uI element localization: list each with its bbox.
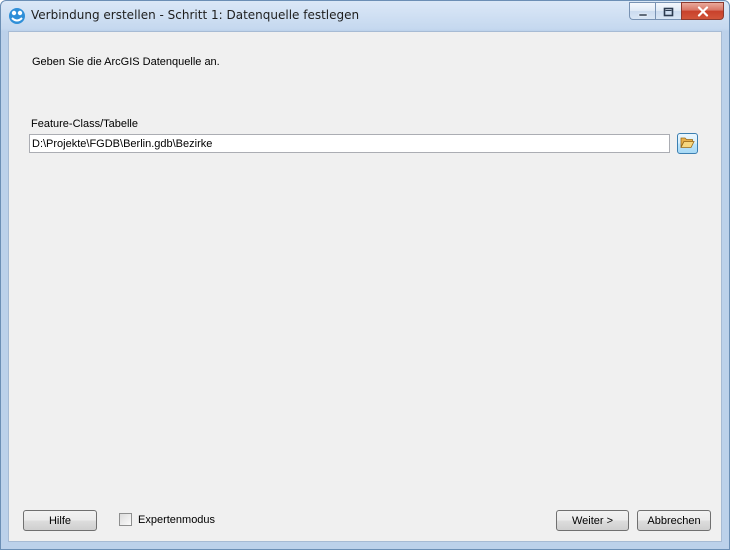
next-button[interactable]: Weiter > <box>556 510 629 531</box>
caption-buttons <box>629 2 724 21</box>
feature-class-label: Feature-Class/Tabelle <box>31 118 138 130</box>
maximize-icon <box>663 2 674 21</box>
close-button[interactable] <box>681 2 724 20</box>
help-button[interactable]: Hilfe <box>23 510 97 531</box>
minimize-button[interactable] <box>629 2 655 20</box>
dialog-content: Geben Sie die ArcGIS Datenquelle an. Fea… <box>8 31 722 542</box>
maximize-button[interactable] <box>655 2 681 20</box>
cancel-button[interactable]: Abbrechen <box>637 510 711 531</box>
browse-button[interactable] <box>677 133 698 154</box>
minimize-icon <box>638 2 648 21</box>
expert-mode-checkbox[interactable] <box>119 513 132 526</box>
close-icon <box>697 2 709 21</box>
feature-class-path-input[interactable] <box>29 134 670 153</box>
instruction-text: Geben Sie die ArcGIS Datenquelle an. <box>32 56 220 68</box>
folder-open-icon <box>680 134 695 153</box>
window-title: Verbindung erstellen - Schritt 1: Datenq… <box>31 8 360 22</box>
expert-mode-label[interactable]: Expertenmodus <box>138 514 215 526</box>
dialog-window: Verbindung erstellen - Schritt 1: Datenq… <box>0 0 730 550</box>
title-bar[interactable]: Verbindung erstellen - Schritt 1: Datenq… <box>1 1 729 31</box>
app-icon <box>8 7 26 25</box>
